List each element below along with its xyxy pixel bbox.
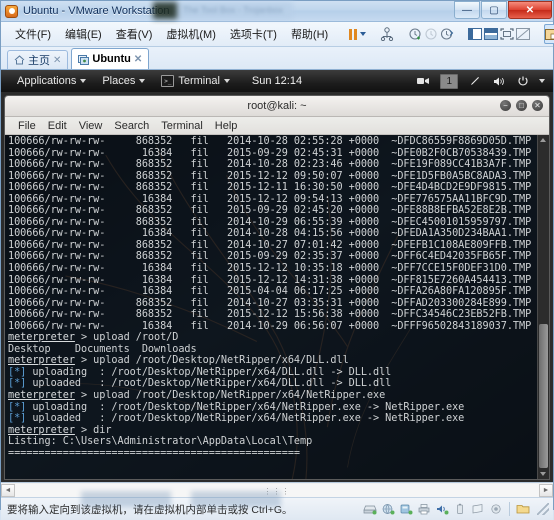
terminal-minimize-button[interactable]: − [500,100,511,111]
battery-icon[interactable] [452,502,467,516]
menu-vm[interactable]: 虚拟机(M) [160,24,222,44]
terminal-title: root@kali: ~ [247,100,307,112]
statusbar-divider [509,502,510,516]
tab-home[interactable]: 主页 ✕ [7,50,69,69]
menu-help[interactable]: 帮助(H) [285,24,334,44]
applications-menu[interactable]: Applications [9,75,94,87]
show-thumbnails-icon[interactable] [544,24,554,44]
vm-icon [78,54,90,65]
caret-down-icon [223,79,230,83]
hscroll-right-arrow-icon[interactable]: ► [539,483,553,497]
terminal-scroll-thumb[interactable] [539,324,548,468]
camera-icon[interactable] [488,502,503,516]
vm-tabbar: 主页 ✕ Ubuntu ✕ [1,47,553,70]
terminal-label: Terminal [178,75,220,87]
take-snapshot-icon[interactable] [408,25,422,43]
cdrom-icon[interactable] [470,502,485,516]
terminal-menu-file[interactable]: File [13,120,41,132]
terminal-icon: >_ [161,75,175,87]
tab-ubuntu[interactable]: Ubuntu ✕ [71,48,150,69]
printer-icon[interactable] [416,502,431,516]
unity-mode-icon[interactable] [516,25,531,43]
vmware-workstation-window: Ubuntu - VMware Workstation The Tool Box… [0,0,554,520]
revert-snapshot-icon [424,25,438,43]
places-label: Places [102,75,136,87]
resize-grip[interactable] [537,503,549,515]
window-controls: — ▢ ✕ [454,1,552,19]
usb-icon[interactable] [398,502,413,516]
fullscreen-icon[interactable] [500,25,514,43]
dropdown-caret-icon[interactable] [360,25,367,43]
window-title: Ubuntu - VMware Workstation [23,5,170,17]
status-device-icons [362,502,549,516]
menu-file[interactable]: 文件(F) [9,24,57,44]
terminal-menu[interactable]: >_ Terminal [153,75,238,87]
menu-view[interactable]: 查看(V) [110,24,159,44]
hard-disk-icon[interactable] [362,502,377,516]
workspace-badge[interactable]: 1 [440,73,458,89]
terminal-menubar: File Edit View Search Terminal Help [5,117,549,135]
scroll-up-icon[interactable] [540,138,546,142]
sound-icon[interactable] [434,502,449,516]
terminal-menu-view[interactable]: View [74,120,108,132]
menu-edit[interactable]: 编辑(E) [59,24,108,44]
panel-clock[interactable]: Sun 12:14 [252,75,302,87]
show-sidebar-icon[interactable] [468,25,483,43]
pause-icon[interactable] [348,25,358,43]
minimize-button[interactable]: — [454,1,480,19]
close-button[interactable]: ✕ [508,1,552,19]
volume-icon[interactable] [491,74,506,88]
window-titlebar: Ubuntu - VMware Workstation The Tool Box… [1,1,553,22]
power-icon[interactable] [515,74,530,88]
menu-tabs[interactable]: 选项卡(T) [224,24,283,44]
places-menu[interactable]: Places [94,75,153,87]
vmware-app-icon [5,4,18,18]
vm-screen[interactable]: Applications Places >_ Terminal Sun 12:1… [1,70,553,482]
caret-down-icon [80,79,87,83]
caret-down-icon [139,79,146,83]
terminal-window-controls: − □ ✕ [500,100,543,111]
manage-snapshots-icon[interactable] [440,25,454,43]
terminal-body[interactable]: 100666/rw-rw-rw- 868352 fil 2014-10-28 0… [5,135,549,479]
caret-down-icon[interactable] [539,79,545,83]
terminal-menu-help[interactable]: Help [210,120,243,132]
applications-label: Applications [17,75,77,87]
gnome-top-panel: Applications Places >_ Terminal Sun 12:1… [1,70,553,92]
status-watermark [81,491,351,507]
terminal-scrollbar[interactable] [537,135,549,479]
vmware-statusbar: 要将输入定向到该虚拟机，请在虚拟机内部单击或按 Ctrl+G。 [1,491,553,520]
terminal-maximize-button[interactable]: □ [516,100,527,111]
terminal-menu-search[interactable]: Search [109,120,154,132]
terminal-close-button[interactable]: ✕ [532,100,543,111]
snapshot-manager-icon[interactable] [380,25,394,43]
tab-home-close-icon[interactable]: ✕ [53,55,61,66]
terminal-output: 100666/rw-rw-rw- 868352 fil 2014-10-28 0… [8,136,532,459]
terminal-menu-terminal[interactable]: Terminal [156,120,208,132]
home-icon [14,55,25,65]
hscroll-left-arrow-icon[interactable]: ◄ [1,483,15,497]
tab-ubuntu-label: Ubuntu [92,53,131,65]
terminal-menu-edit[interactable]: Edit [43,120,72,132]
folder-share-icon[interactable] [516,502,531,516]
network-icon[interactable] [380,502,395,516]
recording-icon[interactable] [416,74,431,88]
tab-ubuntu-close-icon[interactable]: ✕ [134,54,142,65]
tab-home-label: 主页 [28,55,50,67]
maximize-button[interactable]: ▢ [481,1,507,19]
vmware-menubar: 文件(F) 编辑(E) 查看(V) 虚拟机(M) 选项卡(T) 帮助(H) [1,22,554,47]
title-watermark-text: The Tool Box - Trojanbox [183,5,283,15]
pen-tool-icon[interactable] [467,74,482,88]
show-console-view-icon[interactable] [484,25,499,43]
scroll-down-icon[interactable] [540,472,546,476]
terminal-titlebar: root@kali: ~ − □ ✕ [5,96,549,117]
panel-tray: 1 [416,73,545,89]
gnome-terminal-window: root@kali: ~ − □ ✕ File Edit View Search… [4,95,550,480]
